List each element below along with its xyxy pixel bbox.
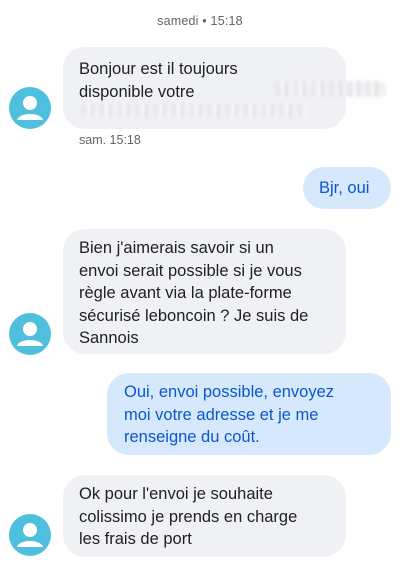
message-text-line: colissimo je prends en charge [79, 507, 298, 526]
date-header: samedi • 15:18 [157, 14, 243, 28]
message-text-line: Bien j'aimerais savoir si un [79, 239, 274, 257]
contact-avatar[interactable] [9, 313, 51, 355]
message-bubble-outgoing[interactable]: Oui, envoi possible, envoyez moi votre a… [107, 373, 391, 455]
message-text-line: renseigne du coût. [124, 428, 260, 446]
message-text-line: moi votre adresse et je me [124, 405, 319, 424]
redacted-text [81, 104, 307, 118]
person-icon [17, 322, 43, 346]
message-timestamp: sam. 15:18 [79, 133, 141, 147]
message-bubble-incoming[interactable]: Bonjour est il toujours disponible votre [63, 47, 385, 129]
message-bubble-incoming[interactable]: Bien j'aimerais savoir si un envoi serai… [63, 229, 346, 354]
message-text-line: Oui, envoi possible, envoyez [124, 383, 335, 401]
contact-avatar[interactable] [9, 514, 51, 556]
message-text-line: Bjr, oui [319, 179, 370, 197]
message-bubble-outgoing[interactable]: Bjr, oui [303, 167, 391, 209]
message-text-line: sécurisé leboncoin ? Je suis de [79, 306, 309, 325]
message-text-line: Sannois [79, 329, 139, 347]
message-text-line: Ok pour l'envoi je souhaite [79, 485, 273, 503]
message-text-line: règle avant via la plate-forme [79, 284, 292, 302]
message-text-line: envoi serait possible si je vous [79, 261, 302, 280]
contact-avatar[interactable] [9, 87, 51, 129]
person-icon [17, 523, 43, 547]
redacted-text [275, 81, 385, 97]
message-bubble-incoming[interactable]: Ok pour l'envoi je souhaite colissimo je… [63, 475, 346, 557]
message-text-line: les frais de port [79, 530, 192, 548]
message-text-line: Bonjour est il toujours [79, 60, 238, 78]
person-icon [17, 96, 43, 120]
